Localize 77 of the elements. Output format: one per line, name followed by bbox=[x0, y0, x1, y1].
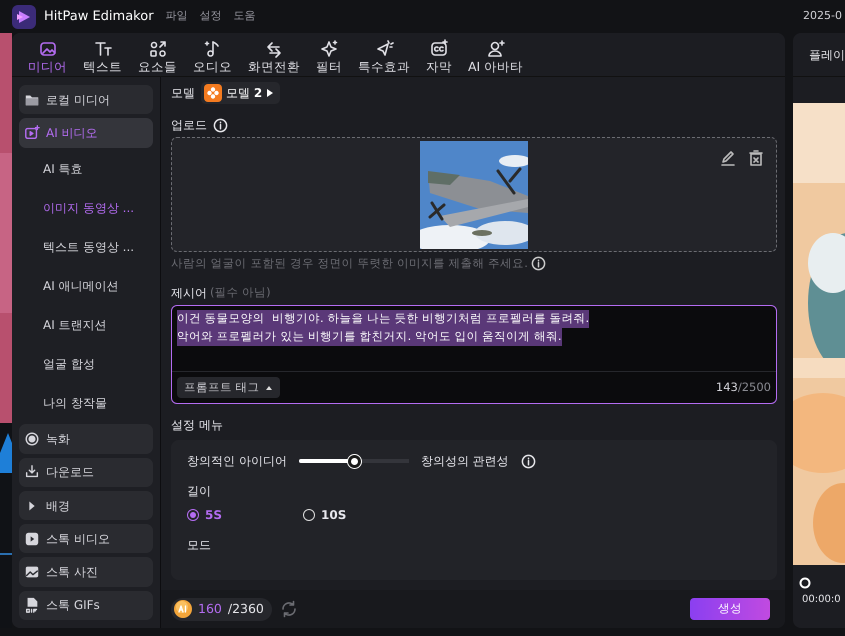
photo-icon bbox=[24, 564, 40, 580]
character-count: 143/2500 bbox=[716, 379, 771, 396]
playhead-icon[interactable] bbox=[799, 577, 811, 589]
toolbar-tab[interactable]: 화면전환 bbox=[240, 39, 308, 74]
menu-item[interactable]: 파일 bbox=[166, 8, 188, 25]
sidebar-item[interactable]: 스톡 GIFs bbox=[19, 590, 153, 620]
diamond-logo-icon bbox=[204, 84, 222, 102]
info-icon bbox=[530, 256, 546, 272]
video-sparkle-icon bbox=[24, 124, 40, 141]
caret-right-icon bbox=[266, 88, 274, 98]
toolbar-tab[interactable]: 미디어 bbox=[20, 39, 75, 74]
sidebar-subitem[interactable]: 텍스트 동영상 ... bbox=[19, 230, 153, 264]
sidebar-subitem[interactable]: AI 특효 bbox=[19, 152, 153, 187]
upload-hint: 사람의 얼굴이 포함된 경우 정면이 뚜렷한 이미지를 제출해 주세요. bbox=[171, 255, 528, 272]
upload-dropzone[interactable] bbox=[171, 137, 777, 252]
sidebar-subitem[interactable]: AI 애니메이션 bbox=[19, 268, 153, 304]
optional-note: (필수 아님) bbox=[210, 284, 271, 302]
sidebar-subitem[interactable]: AI 트랜지션 bbox=[19, 307, 153, 342]
menu-item[interactable]: 설정 bbox=[200, 8, 222, 25]
slider-thumb[interactable] bbox=[348, 454, 361, 468]
radio-option[interactable]: 10S bbox=[303, 506, 401, 524]
person-add-icon bbox=[486, 39, 506, 59]
toolbar-tab[interactable]: AI 아바타 bbox=[460, 39, 532, 74]
sidebar-item[interactable]: AI 비디오 bbox=[19, 118, 153, 148]
sidebar-subitem[interactable]: 나의 창작물 bbox=[19, 385, 153, 420]
delete-icon[interactable] bbox=[748, 150, 764, 166]
app-logo-icon bbox=[12, 4, 36, 28]
settings-heading: 설정 메뉴 bbox=[171, 417, 224, 434]
image-icon bbox=[38, 39, 58, 59]
prompt-text: 악어와 프로펠러가 있는 비행기를 합친거지. 악어도 입이 움직이게 해줘. bbox=[177, 328, 562, 346]
slider-label: 창의적인 아이디어 bbox=[187, 453, 287, 470]
info-icon bbox=[213, 118, 228, 132]
prompt-label: 제시어 bbox=[171, 285, 207, 302]
toolbar-tab[interactable]: 요소들 bbox=[130, 39, 185, 74]
radio-circle[interactable] bbox=[187, 509, 199, 522]
edit-icon[interactable] bbox=[720, 150, 736, 166]
prompt-text: 이건 동물모양의 비행기야. 하늘을 나는 듯한 비행기처럼 프로펠러를 돌려줘. bbox=[177, 310, 590, 328]
sidebar-item[interactable]: 다운로드 bbox=[19, 458, 153, 487]
toolbar-tab[interactable]: 오디오 bbox=[185, 39, 240, 74]
date-text: 2025-0 bbox=[803, 8, 843, 24]
slider-label: 창의성의 관련성 bbox=[420, 453, 509, 470]
sidebar-subitem[interactable]: 이미지 동영상 ... bbox=[19, 190, 153, 226]
length-label: 길이 bbox=[187, 483, 212, 500]
caret-up-icon bbox=[264, 384, 273, 391]
ai-coin-icon bbox=[174, 600, 192, 618]
credit-counter: 160 /2360 bbox=[171, 598, 272, 620]
sidebar-item[interactable]: 녹화 bbox=[19, 424, 153, 454]
shapes-icon bbox=[148, 39, 168, 59]
sidebar-item[interactable]: 배경 bbox=[19, 490, 153, 520]
prompt-tag-button[interactable]: 프롬프트 태그 bbox=[177, 377, 280, 398]
caption-icon bbox=[429, 39, 449, 59]
sidebar-item[interactable]: 스톡 사진 bbox=[19, 557, 153, 587]
toolbar-tab[interactable]: 필터 bbox=[308, 39, 350, 74]
video-icon bbox=[24, 530, 40, 547]
sidebar-item[interactable]: 로컬 미디어 bbox=[19, 85, 153, 114]
timecode: 00:00:0 bbox=[801, 593, 842, 607]
record-icon bbox=[24, 430, 40, 447]
toolbar-tab[interactable]: 특수효과 bbox=[350, 39, 418, 74]
toolbar-tab[interactable]: 텍스트 bbox=[75, 39, 130, 74]
refresh-icon[interactable] bbox=[280, 600, 298, 618]
generate-button[interactable]: 생성 bbox=[690, 598, 770, 620]
megaphone-icon bbox=[374, 39, 394, 59]
panel-title: 플레이 bbox=[793, 33, 845, 77]
app-name: HitPaw Edimakor bbox=[44, 8, 154, 26]
toolbar-tab[interactable]: 자막 bbox=[418, 39, 460, 74]
mode-label: 모드 bbox=[187, 537, 212, 554]
info-icon bbox=[520, 454, 536, 469]
sidebar-item[interactable]: 스톡 비디오 bbox=[19, 524, 153, 554]
radio-option[interactable]: 5S bbox=[187, 506, 285, 524]
gif-file-icon bbox=[24, 597, 40, 614]
sidebar-subitem[interactable]: 얼굴 합성 bbox=[19, 346, 153, 382]
upload-label: 업로드 bbox=[171, 117, 207, 134]
model-selector[interactable]: 모델 2 bbox=[201, 82, 280, 104]
model-label: 모델 bbox=[171, 85, 195, 102]
sparkle-icon bbox=[319, 39, 339, 59]
menu-item[interactable]: 도움 bbox=[234, 8, 256, 25]
prompt-field[interactable]: 이건 동물모양의 비행기야. 하늘을 나는 듯한 비행기처럼 프로펠러를 돌려줘. 악어와 프로펠러가 있는 비행기를 합친거지. 악어도 입이 움직이게 해줘. 프롬프트 태그 143/2500 bbox=[171, 305, 777, 404]
